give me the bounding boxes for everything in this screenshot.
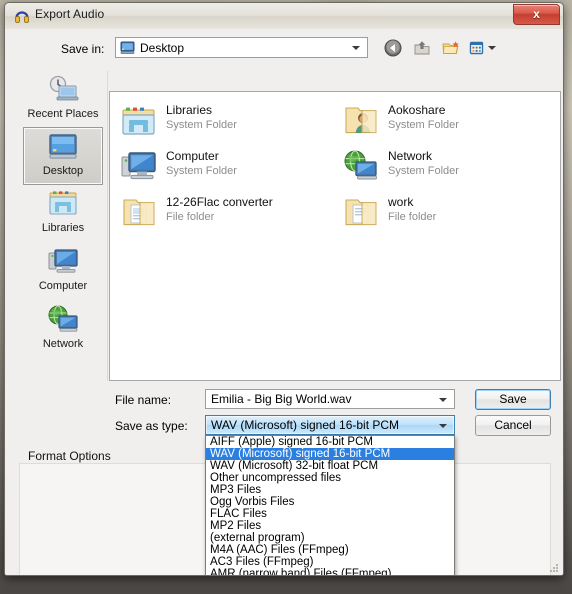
save-in-row: Save in: Desktop (5, 37, 563, 63)
libraries-folder-icon (23, 187, 103, 221)
file-name: Computer (166, 149, 219, 163)
file-list[interactable]: Libraries System Folder Computer System … (109, 91, 561, 381)
file-subtitle: System Folder (166, 165, 237, 177)
chevron-down-icon[interactable] (439, 398, 447, 402)
dialog-body: Save in: Desktop Recent Places Desktop L… (5, 29, 563, 575)
place-network[interactable]: Network (23, 301, 103, 359)
recent-places-icon (23, 73, 103, 107)
dropdown-item[interactable]: (external program) (206, 532, 454, 544)
file-subtitle: File folder (388, 211, 437, 223)
save-in-combobox[interactable]: Desktop (115, 37, 368, 58)
file-name: Network (388, 149, 433, 163)
place-recent-places[interactable]: Recent Places (23, 71, 103, 129)
network-globe-icon (342, 148, 380, 186)
file-name-input[interactable]: Emilia - Big Big World.wav (205, 389, 455, 409)
file-subtitle: System Folder (388, 165, 459, 177)
chevron-down-icon[interactable] (439, 424, 447, 428)
place-computer[interactable]: Computer (23, 243, 103, 301)
dropdown-item[interactable]: AMR (narrow band) Files (FFmpeg) (206, 568, 454, 575)
file-name: 12-26Flac converter (166, 195, 273, 209)
place-label: Network (42, 338, 84, 350)
file-name-value: Emilia - Big Big World.wav (211, 392, 352, 406)
network-globe-icon (23, 303, 103, 337)
dropdown-item[interactable]: WAV (Microsoft) 32-bit float PCM (206, 460, 454, 472)
place-label: Computer (38, 280, 88, 292)
save-in-label: Save in: (61, 42, 105, 56)
resize-grip[interactable] (548, 561, 560, 573)
dropdown-item[interactable]: MP2 Files (206, 520, 454, 532)
file-name: Aokoshare (388, 103, 446, 117)
dropdown-item[interactable]: WAV (Microsoft) signed 16-bit PCM (206, 448, 454, 460)
file-name-label: File name: (115, 393, 172, 407)
views-button[interactable] (468, 38, 496, 58)
file-name: Libraries (166, 103, 213, 117)
new-folder-button[interactable] (441, 38, 461, 58)
computer-icon (23, 245, 103, 279)
folder-icon (120, 194, 158, 232)
place-label: Libraries (41, 222, 85, 234)
dropdown-item[interactable]: M4A (AAC) Files (FFmpeg) (206, 544, 454, 556)
dropdown-item[interactable]: Ogg Vorbis Files (206, 496, 454, 508)
place-label: Recent Places (27, 108, 99, 120)
place-label: Desktop (42, 165, 84, 177)
file-name: work (388, 195, 414, 209)
export-audio-dialog: Export Audio x Save in: Desktop Recent P… (4, 2, 564, 576)
dropdown-item[interactable]: MP3 Files (206, 484, 454, 496)
dropdown-item[interactable]: Other uncompressed files (206, 472, 454, 484)
views-chevron-down-icon[interactable] (488, 46, 496, 50)
save-in-value: Desktop (140, 41, 185, 55)
libraries-folder-icon (120, 102, 158, 140)
title-bar[interactable]: Export Audio x (5, 3, 563, 30)
cancel-button[interactable]: Cancel (475, 415, 551, 436)
file-item-network[interactable]: Network System Folder (338, 144, 553, 190)
chevron-down-icon[interactable] (352, 46, 360, 50)
format-options-title: Format Options (23, 449, 116, 463)
file-item-libraries[interactable]: Libraries System Folder (116, 98, 331, 144)
save-button[interactable]: Save (475, 389, 551, 410)
dropdown-item[interactable]: FLAC Files (206, 508, 454, 520)
audacity-headphones-icon (14, 8, 30, 24)
save-as-type-combobox[interactable]: WAV (Microsoft) signed 16-bit PCM (205, 415, 455, 435)
save-as-type-label: Save as type: (115, 419, 188, 433)
up-folder-button[interactable] (412, 38, 432, 58)
desktop-monitor-icon (24, 130, 102, 164)
file-item-work[interactable]: work File folder (338, 190, 553, 236)
file-item-computer[interactable]: Computer System Folder (116, 144, 331, 190)
file-subtitle: System Folder (388, 119, 459, 131)
file-item-12-26flac-converter[interactable]: 12-26Flac converter File folder (116, 190, 346, 236)
places-bar: Recent Places Desktop Libraries Computer… (19, 71, 108, 381)
place-libraries[interactable]: Libraries (23, 185, 103, 243)
dropdown-item[interactable]: AC3 Files (FFmpeg) (206, 556, 454, 568)
close-icon: x (533, 7, 540, 21)
place-desktop[interactable]: Desktop (23, 127, 103, 185)
file-subtitle: File folder (166, 211, 215, 223)
file-subtitle: System Folder (166, 119, 237, 131)
save-as-type-dropdown-list[interactable]: AIFF (Apple) signed 16-bit PCM WAV (Micro… (205, 435, 455, 575)
save-as-type-value: WAV (Microsoft) signed 16-bit PCM (211, 418, 400, 432)
computer-icon (120, 148, 158, 186)
back-button[interactable] (383, 38, 403, 58)
desktop-monitor-icon (120, 41, 135, 55)
folder-icon (342, 194, 380, 232)
window-title: Export Audio (35, 7, 105, 21)
close-button[interactable]: x (513, 4, 560, 25)
user-folder-icon (342, 102, 380, 140)
file-item-aokoshare[interactable]: Aokoshare System Folder (338, 98, 553, 144)
dropdown-item[interactable]: AIFF (Apple) signed 16-bit PCM (206, 436, 454, 448)
